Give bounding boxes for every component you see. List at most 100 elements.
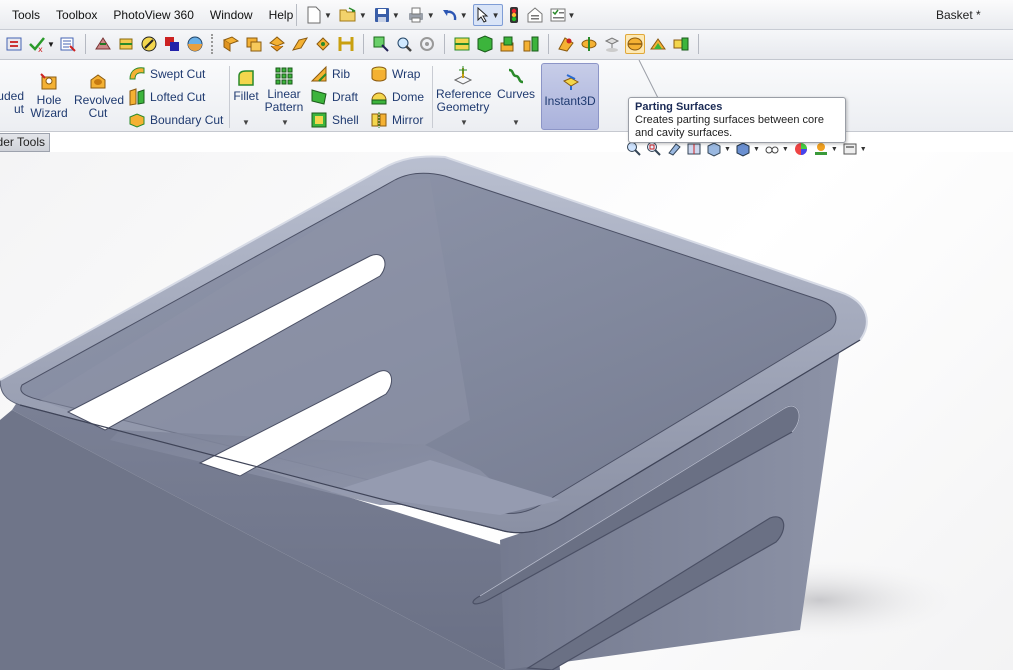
features-ribbon: uded ut Hole Wizard Revolved Cut Swept C…	[0, 60, 1013, 132]
view-orientation-icon[interactable]	[706, 141, 722, 157]
lofted-cut-button[interactable]: Lofted Cut	[128, 87, 205, 107]
wrap-icon	[371, 66, 387, 82]
select-icon	[477, 7, 488, 23]
hole-wizard-label-2: Wizard	[30, 106, 68, 120]
parting-lines-icon[interactable]	[162, 34, 182, 54]
new-button[interactable]: ▼	[304, 4, 334, 26]
wrap-button[interactable]: Wrap	[370, 64, 420, 84]
svg-text:x: x	[38, 45, 43, 53]
fillet-label: Fillet	[233, 89, 259, 103]
core-icon[interactable]	[498, 34, 518, 54]
tooling-split-icon[interactable]	[475, 34, 495, 54]
boundary-cut-button[interactable]: Boundary Cut	[128, 110, 223, 130]
open-button[interactable]: ▼	[337, 4, 369, 26]
curves-button[interactable]: Curves	[496, 66, 536, 101]
split-icon[interactable]	[452, 34, 472, 54]
dome-label: Dome	[392, 90, 425, 104]
draft-analysis-icon[interactable]	[58, 34, 78, 54]
draft-button[interactable]: Draft	[310, 87, 358, 107]
linear-pattern-button[interactable]: Linear Pattern	[264, 66, 304, 114]
zoom-to-area-icon[interactable]	[646, 141, 662, 157]
shell-icon	[311, 112, 327, 128]
extruded-cut-button[interactable]: uded ut	[0, 72, 24, 116]
planar-surface-icon[interactable]	[290, 34, 310, 54]
parting-surfaces-button[interactable]	[624, 34, 645, 54]
linear-pattern-dropdown-icon[interactable]: ▼	[281, 118, 289, 127]
mirror-icon	[371, 112, 387, 128]
menu-toolbox[interactable]: Toolbox	[48, 0, 105, 30]
extrude-surface-icon[interactable]	[313, 34, 333, 54]
fillet-button[interactable]: Fillet	[231, 68, 261, 103]
menu-window[interactable]: Window	[202, 0, 261, 30]
apply-scene-dropdown-icon[interactable]: ▼	[831, 146, 838, 153]
tab-label: der Tools	[0, 135, 45, 149]
knit-surface-icon[interactable]	[267, 34, 287, 54]
reference-geometry-button[interactable]: Reference Geometry	[436, 66, 491, 114]
core-cavity-icon[interactable]	[336, 34, 356, 54]
swept-cut-button[interactable]: Swept Cut	[128, 64, 205, 84]
basket-model[interactable]	[0, 152, 1013, 670]
intersect-icon[interactable]	[556, 34, 576, 54]
delete-face-icon[interactable]	[394, 34, 414, 54]
parting-line-icon[interactable]	[602, 34, 622, 54]
hole-wizard-button[interactable]: Hole Wizard	[28, 72, 70, 120]
undercut-analysis-icon[interactable]	[93, 34, 113, 54]
parting-line-analysis-icon[interactable]	[116, 34, 136, 54]
parting-surfaces-icon	[627, 37, 643, 51]
shell-button[interactable]: Shell	[310, 110, 359, 130]
undo-button[interactable]: ▼	[440, 4, 470, 26]
interlock-surface-icon[interactable]	[648, 34, 668, 54]
display-style-dropdown-icon[interactable]: ▼	[753, 146, 760, 153]
curves-icon	[508, 68, 524, 84]
display-style-icon[interactable]	[735, 141, 751, 157]
ruled-surface-icon[interactable]	[221, 34, 241, 54]
scale-icon[interactable]	[139, 34, 159, 54]
apply-scene-icon[interactable]	[813, 141, 829, 157]
hide-show-items-icon[interactable]	[764, 141, 780, 157]
tab-mold-tools[interactable]: der Tools	[0, 133, 50, 152]
graphics-viewport[interactable]	[0, 152, 1013, 670]
section-view-icon[interactable]	[686, 141, 702, 157]
view-settings-icon[interactable]	[842, 141, 858, 157]
wrap-label: Wrap	[392, 67, 421, 81]
offset-surface-icon[interactable]	[244, 34, 264, 54]
edit-appearance-icon[interactable]	[793, 141, 809, 157]
menu-photoview[interactable]: PhotoView 360	[105, 0, 202, 30]
menu-tools[interactable]: Tools	[4, 0, 48, 30]
swept-cut-icon	[129, 67, 145, 80]
fillet-icon	[238, 70, 254, 86]
tooling-split-alt-icon[interactable]	[671, 34, 691, 54]
file-properties-button[interactable]	[525, 4, 545, 26]
replace-face-icon[interactable]	[417, 34, 437, 54]
options-button[interactable]: ▼	[548, 4, 578, 26]
fillet-dropdown-icon[interactable]: ▼	[242, 118, 250, 127]
previous-view-icon[interactable]	[666, 141, 682, 157]
shut-off-surfaces-icon[interactable]	[185, 34, 205, 54]
revolved-cut-icon	[90, 74, 106, 89]
move-face-icon[interactable]	[371, 34, 391, 54]
document-title: Basket *	[936, 8, 981, 22]
reference-geometry-dropdown-icon[interactable]: ▼	[460, 118, 468, 127]
mirror-button[interactable]: Mirror	[370, 110, 423, 130]
reference-icon[interactable]	[521, 34, 541, 54]
linear-pattern-icon	[275, 67, 293, 85]
save-button[interactable]: ▼	[372, 4, 402, 26]
view-settings-dropdown-icon[interactable]: ▼	[860, 146, 867, 153]
select-button[interactable]: ▼	[472, 4, 503, 26]
check-icon[interactable]: x	[27, 34, 47, 54]
curves-dropdown-icon[interactable]: ▼	[512, 118, 520, 127]
radiate-surface-icon[interactable]	[579, 34, 599, 54]
mold-tools-icon[interactable]	[4, 34, 24, 54]
rebuild-button[interactable]	[506, 4, 522, 26]
revolved-cut-button[interactable]: Revolved Cut	[74, 72, 124, 120]
dome-icon	[371, 92, 387, 105]
instant3d-button[interactable]: Instant3D	[541, 63, 599, 130]
view-orientation-dropdown-icon[interactable]: ▼	[724, 146, 731, 153]
rib-button[interactable]: Rib	[310, 64, 350, 84]
print-button[interactable]: ▼	[405, 4, 437, 26]
tooltip-description: Creates parting surfaces between core an…	[635, 114, 824, 139]
dome-button[interactable]: Dome	[370, 87, 424, 107]
hide-show-dropdown-icon[interactable]: ▼	[782, 146, 789, 153]
file-properties-icon	[527, 7, 543, 23]
zoom-to-fit-icon[interactable]	[626, 141, 642, 157]
